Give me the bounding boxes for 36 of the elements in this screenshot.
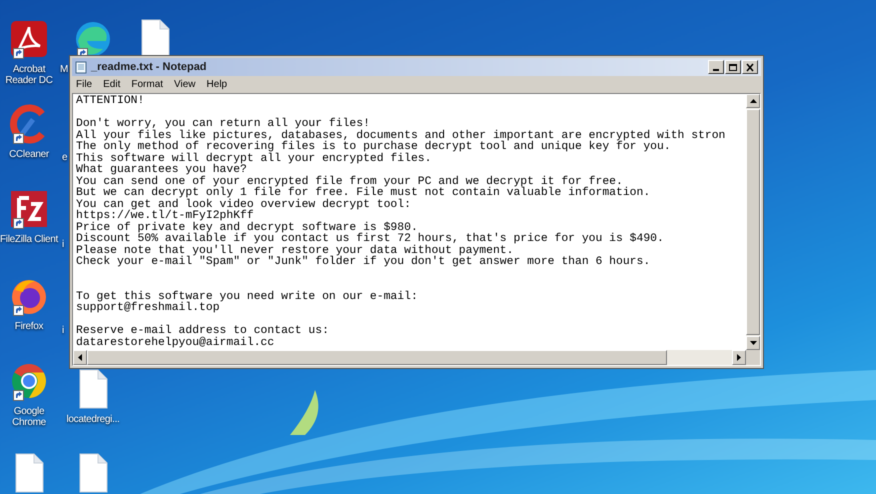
menu-item[interactable]: Edit [103, 77, 120, 92]
menu-item[interactable]: File [76, 77, 92, 92]
icon-label[interactable]: FileZilla Client [0, 234, 58, 245]
icon-label[interactable]: locatedregi... [64, 414, 122, 425]
document-text[interactable]: ATTENTION! Don't worry, you can return all your files! All your files like pictures, databases, documents and other important are encrypted with stron The only method of recovering files is to purchase decrypt tool and unique key for you. This software will decrypt all your encrypted files. What guarantees you have? You can send one of your encrypted file from your PC and we decrypt it for free. But we can decrypt only 1 file for free. File must not contain valuable information. You can get and look video overview decrypt tool: https://we.tl/t-mFyI2phKff Price of private key and decrypt software is $980. Discount 50% available if you contact us first 72 hours, that's price for you is $490. Please note that you'll never restore your data without payment. Check your e-mail "Spam" or "Junk" folder if you don't get answer more than 6 hours. To get this software you need write on our e-mail: support@freshmail.top Reserve e-mail address to contact us: datarestorehelpyou@airmail.cc [73, 94, 746, 350]
file-icon[interactable] [77, 369, 109, 409]
minimize-icon [713, 69, 719, 71]
right-arrow-icon [737, 354, 741, 361]
maximize-button[interactable] [725, 60, 741, 74]
menu-item[interactable]: Format [131, 77, 164, 92]
icon-label[interactable]: Firefox [0, 321, 58, 332]
icon-label[interactable]: e [62, 150, 68, 165]
menu-item[interactable]: View [174, 77, 196, 92]
up-arrow-icon [750, 99, 756, 103]
down-arrow-icon [750, 341, 756, 345]
icon-label[interactable]: CCleaner [0, 149, 58, 160]
minimize-button[interactable] [708, 60, 724, 74]
close-button[interactable] [742, 60, 758, 74]
icon-label[interactable]: i [62, 323, 64, 338]
fz-app-icon[interactable] [9, 189, 49, 229]
pdf-app-icon[interactable] [9, 19, 49, 59]
close-icon [744, 62, 756, 72]
maximize-icon [727, 62, 739, 72]
notepad-icon [75, 60, 87, 74]
icon-label[interactable]: M [60, 64, 68, 75]
left-arrow-icon [78, 354, 82, 361]
file-icon[interactable] [77, 453, 109, 493]
horizontal-scrollbar[interactable] [73, 350, 760, 365]
icon-label[interactable]: Acrobat Reader DC [0, 64, 58, 86]
window-title: _readme.txt - Notepad [91, 60, 208, 75]
icon-label[interactable]: Google Chrome [0, 406, 58, 428]
menu-item[interactable]: Help [206, 77, 228, 92]
vertical-scrollbar[interactable] [746, 94, 760, 350]
icon-label[interactable]: i [62, 237, 64, 252]
browser-circle-icon[interactable] [9, 361, 49, 401]
file-icon[interactable] [13, 453, 45, 493]
